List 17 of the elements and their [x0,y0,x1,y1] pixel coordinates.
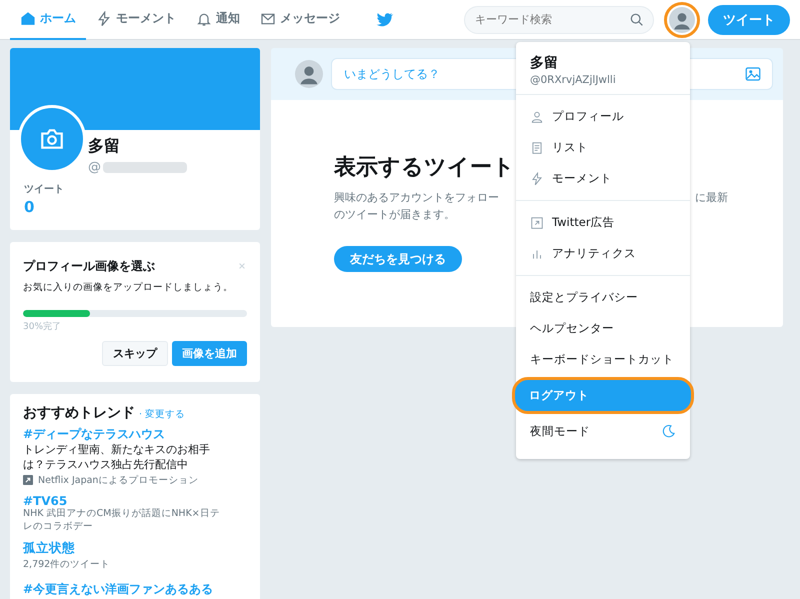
menu-user-handle: @0RXrvjAZjlJwlli [530,74,617,86]
trend-meta: 2,792件のツイート [23,558,110,572]
trend-meta: Netflix Japanによるプロモーション [38,474,198,487]
stat-label: ツイート [24,183,64,196]
empty-text: のツイートが届きます。 [334,207,455,222]
profile-name: 多留 [88,136,120,157]
profile-handle: @ [88,160,101,175]
onboarding-title: プロフィール画像を選ぶ [23,258,155,275]
empty-text: に最新 [695,190,728,205]
trend-description: NHK 武田アナのCM振りが話題にNHK×日テレのコラボデー [23,508,221,534]
onboarding-text: お気に入りの画像をアップロードしましょう。 [23,281,234,294]
empty-title: 表示するツイート [334,154,515,182]
empty-text: 興味のあるアカウントをフォロー [334,190,499,205]
menu-user-name: 多留 [530,54,559,72]
progress-text: 30%完了 [23,320,62,333]
trends-title: おすすめトレンド [23,404,135,422]
trend-description: トレンディ聖南、新たなキスのお相手は？テラスハウス独占先行配信中 [23,443,211,473]
